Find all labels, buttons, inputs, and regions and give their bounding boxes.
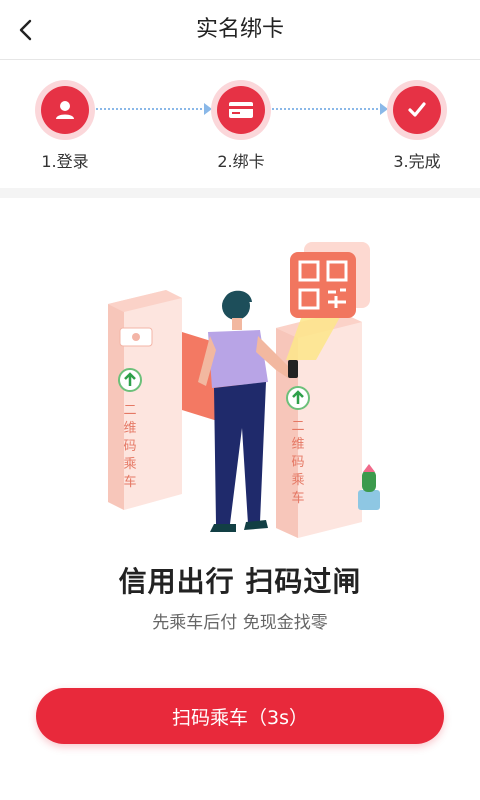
step-label: 3.完成 — [393, 152, 441, 171]
svg-text:维: 维 — [123, 421, 136, 436]
gate-text-left: 二 — [123, 403, 136, 418]
page-title: 实名绑卡 — [195, 17, 284, 42]
scan-ride-button[interactable]: 扫码乘车（3s） — [36, 688, 444, 744]
promo-subline: 先乘车后付 免现金找零 — [152, 613, 328, 633]
svg-text:码: 码 — [291, 455, 304, 470]
svg-text:码: 码 — [123, 439, 136, 454]
promo-headline: 信用出行 扫码过闸 — [118, 565, 362, 598]
step-label: 2.绑卡 — [217, 152, 265, 171]
header-bar: 实名绑卡 — [0, 0, 480, 60]
check-icon — [408, 102, 426, 117]
svg-text:乘: 乘 — [123, 457, 136, 472]
gate-text-right: 二 — [291, 419, 304, 434]
svg-text:乘: 乘 — [291, 473, 304, 488]
svg-text:维: 维 — [291, 437, 304, 452]
svg-text:车: 车 — [123, 474, 136, 490]
step-complete: 3.完成 — [362, 80, 472, 172]
gate-illustration: 二 维 码 乘 车 二 维 码 乘 车 — [90, 232, 390, 542]
section-divider — [0, 188, 480, 198]
user-icon — [56, 101, 74, 119]
step-bind-card: 2.绑卡 — [186, 80, 296, 172]
svg-text:车: 车 — [291, 490, 304, 506]
progress-steps: 1.登录 2.绑卡 3.完成 — [0, 60, 480, 188]
qr-gate-illustration: 二 维 码 乘 车 二 维 码 乘 车 — [108, 242, 380, 538]
step-login: 1.登录 — [10, 80, 120, 172]
step-label: 1.登录 — [41, 152, 89, 171]
card-icon — [229, 102, 253, 118]
